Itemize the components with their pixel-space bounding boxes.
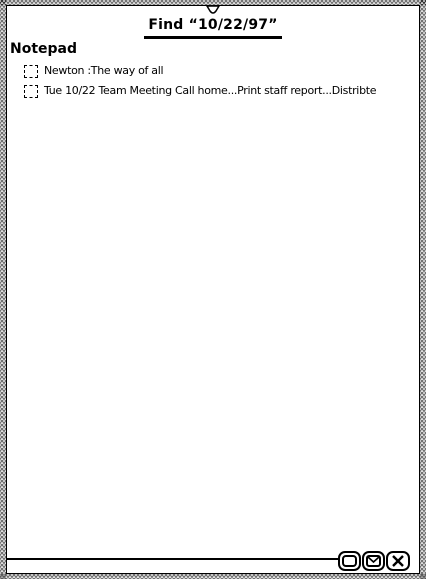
frame-right (420, 0, 426, 579)
frame-bottom (0, 574, 426, 579)
envelope-icon (366, 555, 381, 567)
frame-edge (6, 573, 420, 574)
close-button[interactable] (386, 551, 410, 571)
result-checkbox[interactable] (24, 64, 38, 78)
overview-icon (342, 555, 357, 567)
top-notch-icon (205, 0, 221, 14)
frame-edge (419, 5, 420, 574)
routing-button[interactable] (362, 551, 385, 571)
results-list: Newton :The way of all Tue 10/22 Team Me… (24, 61, 418, 101)
notepad-section-header: Notepad (10, 41, 78, 57)
result-item[interactable]: Newton :The way of all (24, 61, 418, 81)
close-icon (391, 554, 405, 568)
result-text[interactable]: Newton :The way of all (44, 64, 164, 78)
result-item[interactable]: Tue 10/22 Team Meeting Call home...Print… (24, 81, 418, 101)
title-bar: Find “10/22/97” (0, 14, 426, 39)
frame-edge (6, 5, 7, 574)
find-title: Find “10/22/97” (144, 16, 282, 39)
overview-button[interactable] (338, 551, 361, 571)
result-text[interactable]: Tue 10/22 Team Meeting Call home...Print… (44, 84, 377, 98)
find-results-window: Find “10/22/97” Notepad Newton :The way … (0, 0, 426, 579)
bottom-divider (7, 558, 339, 560)
result-checkbox[interactable] (24, 84, 38, 98)
